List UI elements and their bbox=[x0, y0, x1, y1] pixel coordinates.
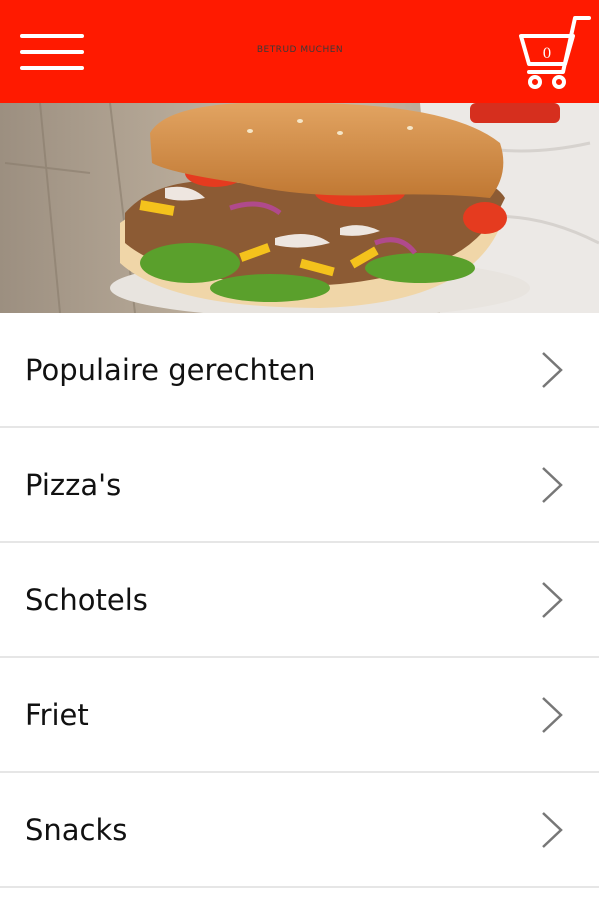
cart-button[interactable]: 0 bbox=[515, 14, 591, 92]
chevron-right-icon bbox=[542, 581, 563, 618]
category-label: Friet bbox=[25, 697, 89, 732]
category-label: Schotels bbox=[25, 582, 148, 617]
category-pizzas[interactable]: Pizza's bbox=[0, 428, 599, 543]
hero-food-image bbox=[0, 103, 599, 313]
hamburger-menu-icon[interactable] bbox=[20, 34, 84, 70]
chevron-right-icon bbox=[542, 811, 563, 848]
category-friet[interactable]: Friet bbox=[0, 658, 599, 773]
category-populaire-gerechten[interactable]: Populaire gerechten bbox=[0, 313, 599, 428]
category-label: Pizza's bbox=[25, 467, 122, 502]
category-schotels[interactable]: Schotels bbox=[0, 543, 599, 658]
chevron-right-icon bbox=[542, 351, 563, 388]
brand-title: BETRUD MUCHEN bbox=[256, 45, 344, 55]
app-header: BETRUD MUCHEN 0 bbox=[0, 0, 599, 103]
chevron-right-icon bbox=[542, 466, 563, 503]
chevron-right-icon bbox=[542, 696, 563, 733]
cart-count-badge: 0 bbox=[542, 46, 552, 62]
category-label: Snacks bbox=[25, 812, 128, 847]
category-label: Populaire gerechten bbox=[25, 352, 316, 387]
category-snacks[interactable]: Snacks bbox=[0, 773, 599, 888]
category-list: Populaire gerechten Pizza's Schotels Fri… bbox=[0, 313, 599, 888]
